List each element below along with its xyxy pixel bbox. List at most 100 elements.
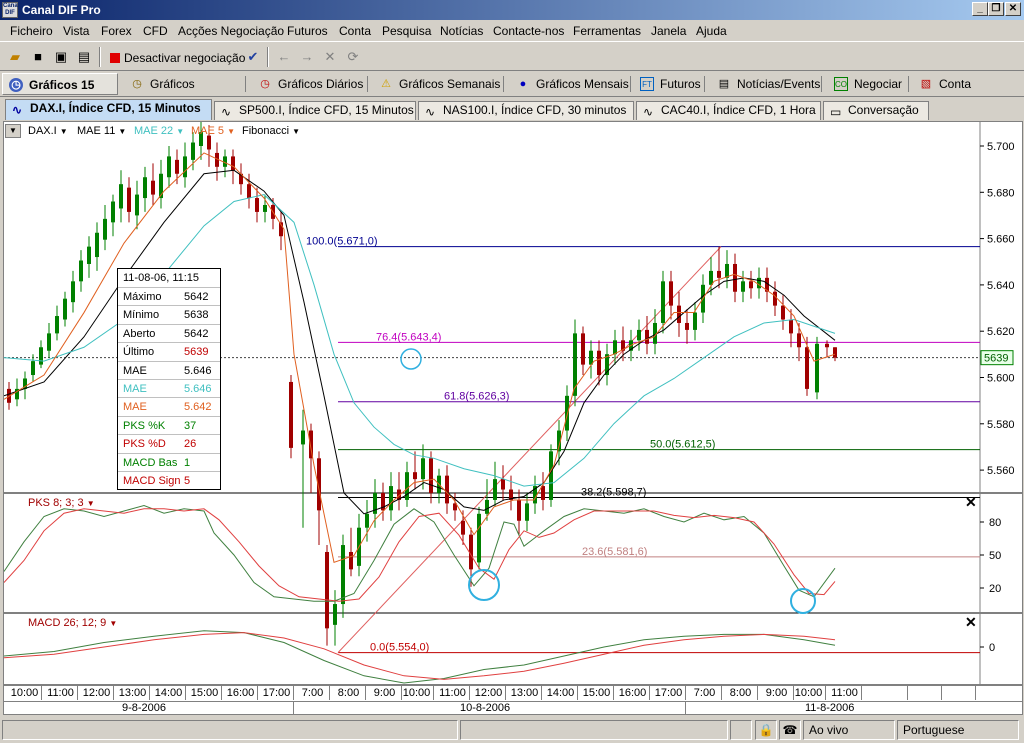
lock-icon[interactable]: 🔒 <box>755 720 777 740</box>
close-macd-panel-icon[interactable]: ✕ <box>965 614 977 631</box>
candle-body <box>421 458 425 480</box>
candle-body <box>581 333 585 365</box>
close-pks-panel-icon[interactable]: ✕ <box>965 494 977 511</box>
chart-tab-bar: ∿ DAX.I, Índice CFD, 15 Minutos ∿ SP500.I,… <box>0 97 1024 121</box>
tab-label: Notícias/Events <box>737 77 821 91</box>
fibonacci-label: 38.2(5.598,7) <box>581 487 646 499</box>
menu-ficheiro[interactable]: Ficheiro <box>10 24 53 38</box>
info-key: MAE <box>123 383 147 395</box>
price-tick-label: 5.620 <box>987 326 1015 338</box>
tab-noticias[interactable]: ▤ Notícias/Events <box>711 73 821 95</box>
candle-body <box>669 281 673 306</box>
candle-body <box>717 270 721 278</box>
deactivate-trading-button[interactable]: Desactivar negociação <box>124 51 245 65</box>
pks-tick-label: 20 <box>989 583 1001 595</box>
menu-futuros[interactable]: Futuros <box>287 24 328 38</box>
candle-body <box>79 260 83 282</box>
open-folder-icon[interactable]: ▰ <box>6 48 24 66</box>
tab-futuros[interactable]: FT Futuros <box>634 73 704 95</box>
time-tick: 7:00 <box>296 686 330 700</box>
time-tick: 9:00 <box>368 686 402 700</box>
fibonacci-selector[interactable]: Fibonacci ▼ <box>242 125 300 137</box>
save-all-icon[interactable]: ▣ <box>52 48 70 66</box>
menu-vista[interactable]: Vista <box>63 24 89 38</box>
menu-noticias[interactable]: Notícias <box>440 24 483 38</box>
mae5-selector[interactable]: MAE 5 ▼ <box>191 125 235 137</box>
candle-body <box>565 395 569 431</box>
symbol-selector[interactable]: DAX.I ▼ <box>28 125 68 137</box>
fibonacci-label: 61.8(5.626,3) <box>444 391 509 403</box>
chart-tab-sp500[interactable]: ∿ SP500.I, Índice CFD, 15 Minutos <box>214 101 416 120</box>
tab-graficos-mensais[interactable]: ● Gráficos Mensais <box>510 73 630 95</box>
tab-graficos-15min[interactable]: ◷Gráficos 15 min <box>2 73 118 114</box>
candle-body <box>95 232 99 258</box>
macd-tick-label: 0 <box>989 642 995 654</box>
menu-janela[interactable]: Janela <box>651 24 686 38</box>
pks-d-line <box>4 508 836 602</box>
dot-icon: ● <box>519 78 527 90</box>
restore-button[interactable]: ❐ <box>988 2 1004 16</box>
save-icon[interactable]: ■ <box>29 48 47 66</box>
candle-body <box>167 156 171 178</box>
time-tick: 16:00 <box>616 686 650 700</box>
chart-tab-conversacao[interactable]: ▭ Conversação <box>823 101 929 120</box>
candle-body <box>541 486 545 500</box>
tab-negociar[interactable]: CO Negociar <box>828 73 908 95</box>
time-tick-empty <box>942 686 976 700</box>
tab-graficos-semanais[interactable]: ⚠ Gráficos Semanais <box>373 73 503 95</box>
chart-tab-nas100[interactable]: ∿ NAS100.I, Índice CFD, 30 minutos <box>418 101 634 120</box>
info-key: MACD Bas <box>123 456 178 469</box>
menu-ferramentas[interactable]: Ferramentas <box>573 24 641 38</box>
candle-body <box>263 204 267 212</box>
candle-body <box>255 198 259 212</box>
menu-cfd[interactable]: CFD <box>143 24 168 38</box>
clock-icon: ◷ <box>260 78 270 90</box>
tab-graficos-diarios[interactable]: ◷ Gráficos Diários <box>252 73 367 95</box>
pks-label[interactable]: PKS 8; 3; 3 ▼ <box>28 497 95 509</box>
menu-forex[interactable]: Forex <box>101 24 132 38</box>
chart-icon: ∿ <box>643 105 654 119</box>
info-key: Mínimo <box>123 309 160 322</box>
print-icon[interactable]: ▤ <box>75 48 93 66</box>
candle-body <box>773 291 777 306</box>
chart-tab-label: SP500.I, Índice CFD, 15 Minutos <box>239 103 414 117</box>
tab-label: Gráficos Semanais <box>399 77 501 91</box>
info-value: 5.646 <box>184 364 212 377</box>
tab-conta[interactable]: ▧ Conta <box>913 73 983 95</box>
time-tick: 14:00 <box>152 686 186 700</box>
macd-label[interactable]: MACD 26; 12; 9 ▼ <box>28 617 117 629</box>
menu-ajuda[interactable]: Ajuda <box>696 24 727 38</box>
mae22-selector[interactable]: MAE 22 ▼ <box>134 125 184 137</box>
highlight-circle <box>790 588 816 614</box>
info-key: Máximo <box>123 291 162 303</box>
stop-load-icon[interactable]: ✕ <box>321 48 339 66</box>
menu-contacte[interactable]: Contacte-nos <box>493 24 564 38</box>
tab-graficos-horarios[interactable]: ◷Gráficos Horários <box>124 73 242 113</box>
candle-body <box>135 194 139 216</box>
chart-menu-dropdown[interactable]: ▼ <box>5 124 21 138</box>
info-row: PKS %D 26 <box>118 434 220 452</box>
back-arrow-icon[interactable]: ← <box>275 48 293 66</box>
candle-body <box>493 479 497 500</box>
pks-k-line <box>4 504 836 602</box>
candle-body <box>501 479 505 490</box>
info-row: Aberto 5642 <box>118 323 220 342</box>
time-tick: 11:00 <box>828 686 862 700</box>
chart-tab-dax[interactable]: ∿ DAX.I, Índice CFD, 15 Minutos <box>5 99 212 120</box>
info-value: 5639 <box>184 346 209 359</box>
chart-window[interactable]: 5.700 5.680 5.660 5.640 5.620 5.600 5.580 5.560… <box>3 121 1023 685</box>
menu-conta[interactable]: Conta <box>339 24 371 38</box>
candle-body <box>39 347 43 365</box>
connection-icon[interactable]: ☎ <box>779 720 801 740</box>
chart-tab-cac40[interactable]: ∿ CAC40.I, Índice CFD, 1 Hora <box>636 101 821 120</box>
check-icon[interactable]: ✔ <box>244 48 262 66</box>
refresh-icon[interactable]: ⟳ <box>344 48 362 66</box>
close-button[interactable]: ✕ <box>1005 2 1021 16</box>
current-price-value: 5639 <box>984 353 1008 365</box>
minimize-button[interactable]: _ <box>972 2 988 16</box>
menu-pesquisa[interactable]: Pesquisa <box>382 24 431 38</box>
forward-arrow-icon[interactable]: → <box>298 48 316 66</box>
mae11-selector[interactable]: MAE 11 ▼ <box>77 125 126 137</box>
menu-accoes[interactable]: Acções Negociação <box>178 24 284 38</box>
candle-body <box>341 545 345 605</box>
